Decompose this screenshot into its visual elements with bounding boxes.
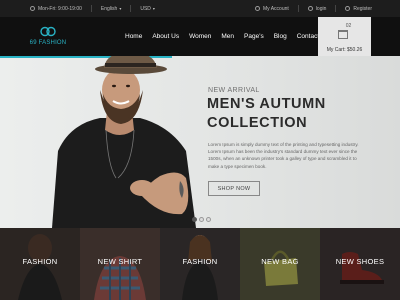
nav-pages[interactable]: Page's	[244, 33, 264, 40]
my-account-link[interactable]: My Account	[254, 5, 289, 12]
user-plus-icon	[345, 6, 351, 11]
register-link[interactable]: Register	[345, 6, 372, 12]
logo-mark-icon	[40, 26, 56, 37]
category-tile-new-shoes[interactable]: NEW SHOES	[320, 228, 400, 300]
category-label: NEW BAG	[261, 257, 299, 266]
slider-dot[interactable]	[192, 217, 197, 222]
nav-women[interactable]: Women	[189, 33, 211, 40]
chevron-down-icon: ▾	[119, 6, 122, 11]
logo-text: 69 FASHION	[29, 40, 67, 46]
hero-title-line-2: COLLECTION	[207, 115, 308, 131]
shopping-bag-icon	[338, 30, 348, 39]
shop-now-button[interactable]: SHOP NOW	[208, 181, 260, 196]
opening-hours-text: Mon-Fri: 9:00-19:00	[38, 5, 82, 12]
language-select[interactable]: English ▾	[101, 6, 121, 12]
divider	[90, 5, 92, 12]
nav-about-us[interactable]: About Us	[152, 33, 179, 40]
category-tile-fashion[interactable]: FASHION	[0, 228, 80, 300]
nav-men[interactable]: Men	[221, 33, 234, 40]
divider	[335, 5, 337, 12]
top-bar-right: My Account login Register	[254, 0, 372, 17]
category-tile-new-bag[interactable]: NEW BAG	[240, 228, 320, 300]
slider-dots	[192, 217, 213, 222]
nav-blog[interactable]: Blog	[274, 33, 287, 40]
category-tile-new-shirt[interactable]: NEW SHIRT	[80, 228, 160, 300]
category-tile-fashion-women[interactable]: FASHION	[160, 228, 240, 300]
cart-count-value: 02	[345, 23, 352, 29]
currency-value: USD	[140, 5, 151, 12]
my-account-label: My Account	[262, 5, 289, 12]
lock-icon	[307, 6, 313, 11]
category-strip: FASHION NEW SHIRT FASHION NEW BAG NEW SH…	[0, 228, 400, 300]
hero-description: Lorem Ipsum is simply dummy text of the …	[208, 142, 359, 169]
hero-kicker: NEW ARRIVAL	[208, 87, 260, 94]
top-bar-left: Mon-Fri: 9:00-19:00 English ▾ USD ▾	[30, 0, 155, 17]
login-label: login	[315, 5, 327, 12]
site-logo[interactable]: 69 FASHION	[28, 25, 68, 53]
category-label: NEW SHOES	[335, 257, 385, 266]
category-label: NEW SHIRT	[97, 257, 143, 266]
cart-widget[interactable]: 02 My Cart: $50.26	[318, 17, 371, 60]
register-label: Register	[353, 5, 372, 12]
cart-total: My Cart: $50.26	[326, 47, 363, 53]
currency-select[interactable]: USD ▾	[140, 6, 155, 12]
top-bar: Mon-Fri: 9:00-19:00 English ▾ USD ▾ My A…	[0, 0, 400, 17]
slider-dot[interactable]	[206, 217, 211, 222]
clock-icon	[30, 6, 35, 11]
category-label: FASHION	[22, 257, 58, 266]
language-value: English	[100, 5, 118, 12]
hero-banner: NEW ARRIVAL MEN'S AUTUMN COLLECTION Lore…	[0, 56, 400, 228]
user-icon	[254, 6, 260, 11]
divider	[130, 5, 132, 12]
cart-count: 02	[318, 23, 371, 29]
opening-hours: Mon-Fri: 9:00-19:00	[30, 6, 82, 12]
category-label: FASHION	[182, 257, 218, 266]
main-nav: Home About Us Women Men Page's Blog Cont…	[125, 17, 329, 56]
nav-contact[interactable]: Contact	[297, 33, 319, 40]
divider	[297, 5, 299, 12]
hero-title-line-1: MEN'S AUTUMN	[207, 96, 326, 112]
chevron-down-icon: ▾	[152, 6, 155, 11]
slider-dot[interactable]	[199, 217, 204, 222]
nav-home[interactable]: Home	[125, 33, 142, 40]
login-link[interactable]: login	[307, 5, 327, 12]
